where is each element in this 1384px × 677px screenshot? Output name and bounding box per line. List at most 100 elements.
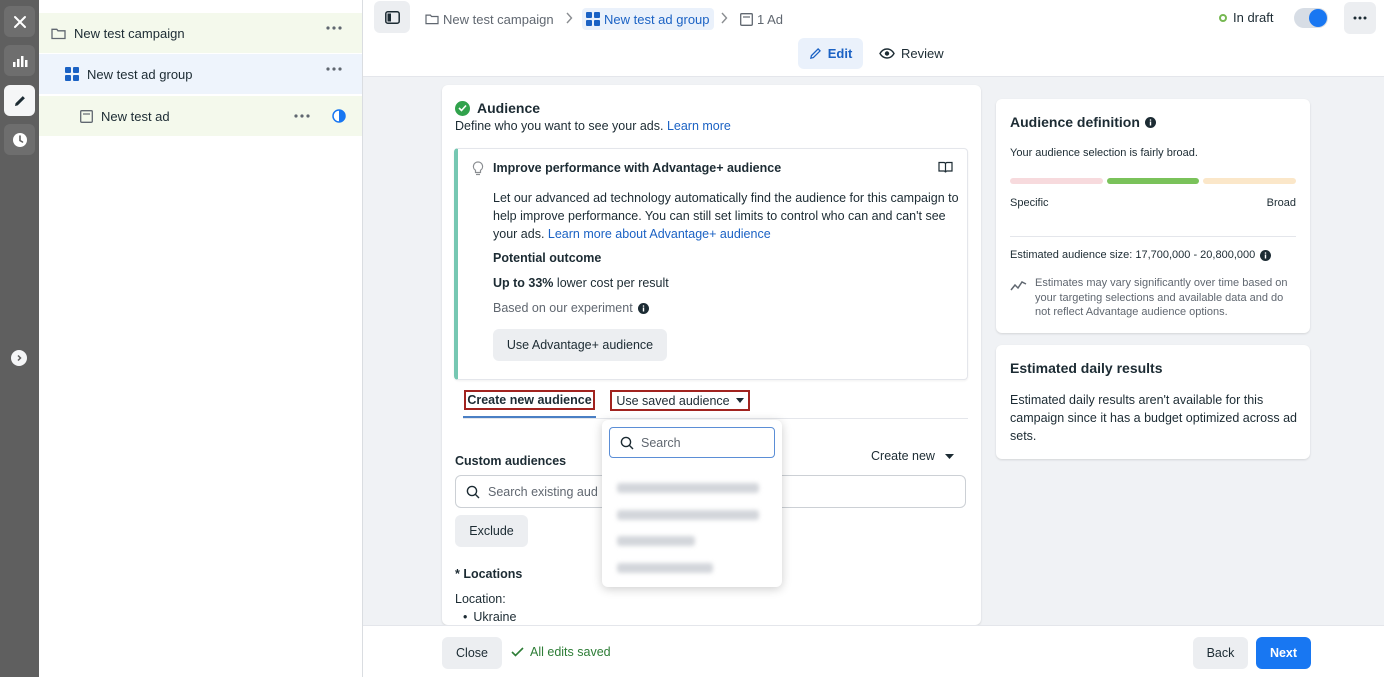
- next-button[interactable]: Next: [1256, 637, 1311, 669]
- estimated-daily-results-card: Estimated daily results Estimated daily …: [996, 345, 1310, 459]
- saved-audience-option[interactable]: [617, 563, 713, 573]
- chart-icon: [12, 55, 27, 67]
- info-icon[interactable]: [1260, 249, 1272, 261]
- breadcrumb-campaign[interactable]: New test campaign: [425, 8, 554, 30]
- estimated-audience-size: Estimated audience size: 17,700,000 - 20…: [1010, 249, 1272, 261]
- potential-outcome-value: Up to 33% lower cost per result: [493, 276, 669, 290]
- pencil-icon: [809, 48, 821, 59]
- more-options-button[interactable]: [1344, 2, 1376, 34]
- edit-mode-tab[interactable]: Edit: [798, 38, 863, 69]
- more-icon[interactable]: [294, 114, 310, 118]
- saved-audience-option[interactable]: [617, 483, 759, 493]
- advantage-learn-more-link[interactable]: Learn more about Advantage+ audience: [548, 227, 771, 241]
- back-button[interactable]: Back: [1193, 637, 1248, 669]
- meter-label-broad: Broad: [1266, 197, 1296, 209]
- caret-down-icon: [735, 398, 744, 403]
- tree-item-ad-group[interactable]: New test ad group: [39, 54, 362, 94]
- based-on-text: Based on our experiment: [493, 301, 633, 315]
- footer-bar: Close All edits saved Back Next: [363, 625, 1384, 677]
- info-icon[interactable]: [1144, 116, 1156, 128]
- breadcrumb-ad[interactable]: 1 Ad: [740, 8, 783, 30]
- location-item: • Ukraine: [463, 610, 516, 624]
- advantage-heading: Improve performance with Advantage+ audi…: [493, 161, 782, 175]
- saved-audience-option[interactable]: [617, 510, 759, 520]
- audience-definition-title-text: Audience definition: [1010, 114, 1140, 130]
- tree-item-label: New test ad group: [87, 66, 193, 82]
- draft-label: In draft: [1233, 10, 1274, 25]
- tree-item-ad[interactable]: New test ad: [39, 96, 362, 136]
- use-advantage-audience-button[interactable]: Use Advantage+ audience: [493, 329, 667, 361]
- expand-rail-button[interactable]: [11, 350, 27, 366]
- book-icon[interactable]: [938, 161, 953, 174]
- custom-audience-search-placeholder: Search existing aud: [488, 484, 598, 499]
- folder-icon: [51, 28, 66, 39]
- reporting-button[interactable]: [4, 45, 35, 76]
- save-status: All edits saved: [511, 645, 611, 659]
- audience-title-text: Audience: [477, 100, 541, 116]
- estimate-note: Estimates may vary significantly over ti…: [1035, 277, 1288, 318]
- status-dot-icon: [1219, 13, 1227, 22]
- review-mode-tab[interactable]: Review: [879, 38, 944, 69]
- info-icon[interactable]: [637, 302, 649, 314]
- saved-audience-dropdown: Search: [602, 420, 782, 587]
- learn-more-link[interactable]: Learn more: [667, 119, 731, 133]
- saved-audience-option[interactable]: [617, 536, 695, 546]
- potential-outcome-title: Potential outcome: [493, 251, 602, 265]
- edit-mode-label: Edit: [827, 46, 853, 61]
- exclude-button[interactable]: Exclude: [455, 515, 528, 547]
- grid-icon: [586, 12, 600, 26]
- history-button[interactable]: [4, 124, 35, 155]
- pencil-icon: [14, 95, 25, 106]
- saved-audience-search-placeholder: Search: [641, 435, 681, 450]
- breadcrumb-label: New test campaign: [443, 11, 554, 27]
- edit-mode-button[interactable]: [4, 85, 35, 116]
- saved-audience-search-input[interactable]: Search: [609, 427, 775, 458]
- breadcrumb-ad-group[interactable]: New test ad group: [582, 8, 714, 30]
- more-icon[interactable]: [326, 67, 342, 71]
- close-button[interactable]: [4, 6, 35, 37]
- custom-audiences-label: Custom audiences: [455, 454, 567, 468]
- top-bar: New test campaign New test ad group 1 Ad…: [363, 0, 1384, 77]
- audience-definition-card: Audience definition Your audience select…: [996, 99, 1310, 333]
- search-icon: [620, 436, 634, 449]
- folder-icon: [425, 14, 439, 25]
- tab-use-saved-label: Use saved audience: [616, 393, 730, 408]
- create-new-label: Create new: [871, 449, 935, 463]
- close-footer-button[interactable]: Close: [442, 637, 502, 669]
- check-circle-icon: [455, 100, 470, 116]
- tree-item-campaign[interactable]: New test campaign: [39, 13, 362, 53]
- half-circle-status-icon: [332, 109, 346, 123]
- audience-title: Audience: [455, 100, 540, 116]
- location-sublabel: Location:: [455, 592, 506, 606]
- meter-segment-broad: [1203, 178, 1297, 184]
- potential-outcome-percent: Up to 33%: [493, 276, 554, 290]
- grid-icon: [65, 67, 79, 81]
- chevron-right-icon: [17, 354, 22, 362]
- campaign-toggle[interactable]: [1294, 8, 1328, 28]
- daily-results-body: Estimated daily results aren't available…: [1010, 393, 1297, 443]
- advantage-audience-box: Improve performance with Advantage+ audi…: [454, 148, 968, 380]
- search-icon: [466, 485, 480, 498]
- tab-use-saved-audience[interactable]: Use saved audience: [610, 390, 750, 411]
- audience-description-text: Define who you want to see your ads.: [455, 119, 664, 133]
- create-new-dropdown[interactable]: Create new: [871, 449, 954, 463]
- audience-definition-subtitle: Your audience selection is fairly broad.: [1010, 147, 1198, 159]
- close-icon: [13, 15, 26, 28]
- toggle-sidebar-button[interactable]: [374, 1, 410, 33]
- more-icon[interactable]: [326, 26, 342, 30]
- breadcrumb-label: New test ad group: [604, 11, 710, 27]
- sidebar-icon: [384, 10, 400, 24]
- chevron-right-icon: [721, 12, 728, 24]
- tree-item-label: New test ad: [101, 108, 170, 124]
- ad-document-icon: [740, 12, 753, 26]
- tab-create-new-audience[interactable]: Create new audience: [464, 390, 595, 410]
- tab-divider: [463, 418, 968, 419]
- eye-icon: [879, 48, 895, 59]
- lightbulb-icon: [472, 161, 484, 176]
- bullet: •: [463, 610, 468, 624]
- caret-down-icon: [944, 453, 954, 459]
- meter-segment-specific: [1010, 178, 1103, 184]
- audience-description: Define who you want to see your ads. Lea…: [455, 119, 731, 133]
- review-mode-label: Review: [901, 46, 944, 61]
- draft-status: In draft: [1219, 10, 1273, 25]
